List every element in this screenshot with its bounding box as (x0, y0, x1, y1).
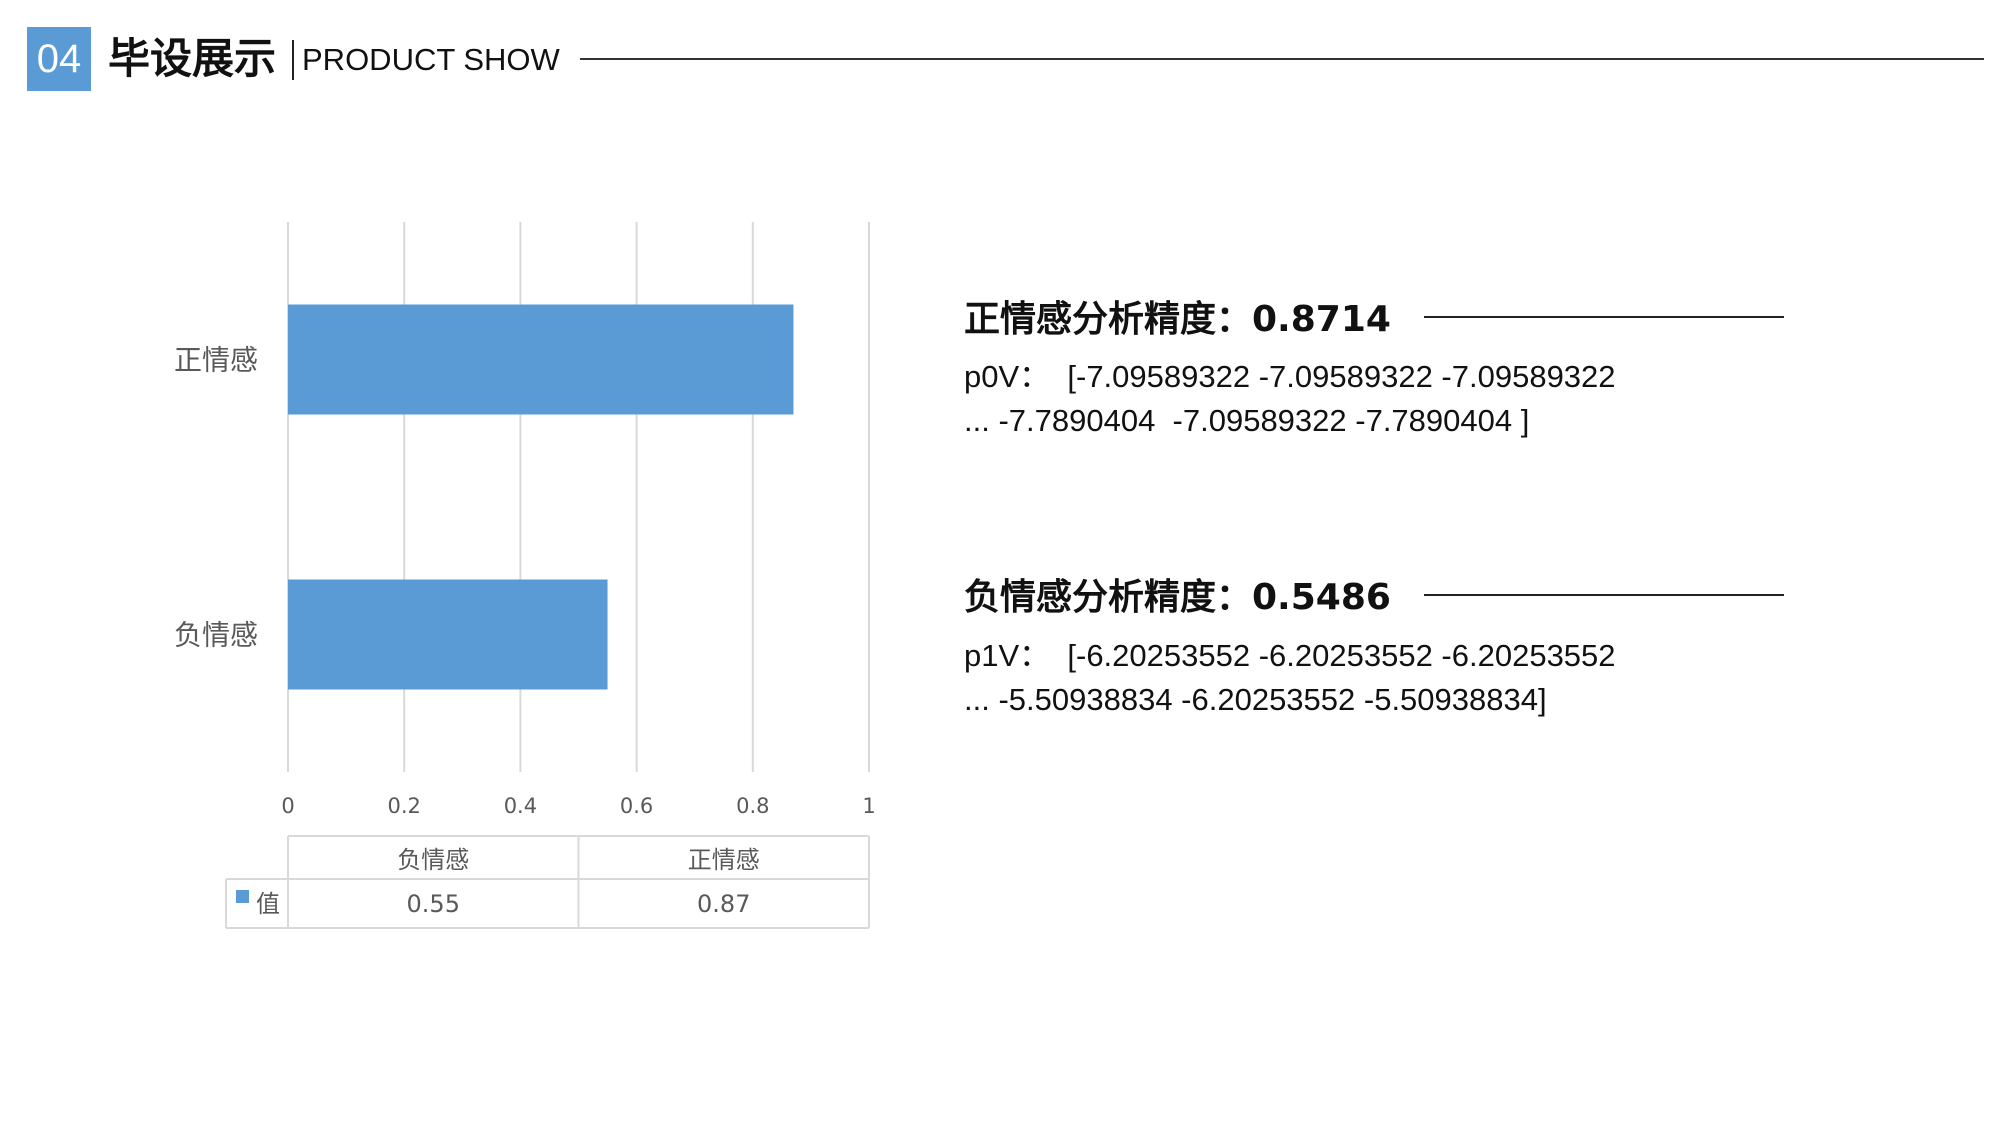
bar (288, 579, 608, 690)
x-tick-label: 0 (281, 794, 294, 818)
chart-bars (288, 304, 794, 690)
bar-chart: 正情感负情感 0 0.2 0.4 0.6 0.8 1 负情感 正情感值 0.55 0.87 (174, 222, 876, 929)
x-tick-label: 0.6 (620, 794, 653, 818)
table-column-header: 正情感 (688, 846, 760, 874)
positive-vector: p0V： [-7.09589322 -7.09589322 -7.0958932… (964, 355, 1616, 443)
negative-vector: p1V： [-6.20253552 -6.20253552 -6.2025355… (964, 634, 1616, 722)
chart-tick-labels: 0 0.2 0.4 0.6 0.8 1 (281, 794, 875, 818)
table-column-header: 负情感 (397, 846, 469, 874)
category-label: 正情感 (174, 344, 258, 377)
positive-result-block: 正情感分析精度：0.8714 (964, 296, 1391, 344)
legend-swatch (236, 890, 249, 903)
negative-accuracy-heading: 负情感分析精度：0.5486 (964, 577, 1391, 618)
chart-data-table: 负情感 正情感值 0.55 0.87 (225, 835, 870, 929)
chart-category-labels: 正情感负情感 (174, 344, 258, 652)
x-tick-label: 1 (862, 794, 875, 818)
positive-vector-line-2: ... -7.7890404 -7.09589322 -7.7890404 ] (964, 403, 1530, 438)
positive-accuracy-heading: 正情感分析精度：0.8714 (964, 299, 1391, 340)
table-cell: 0.55 (407, 890, 460, 918)
negative-heading-rule (1424, 594, 1784, 596)
x-tick-label: 0.2 (387, 794, 420, 818)
category-label: 负情感 (174, 619, 258, 652)
x-tick-label: 0.4 (504, 794, 537, 818)
negative-result-block: 负情感分析精度：0.5486 (964, 574, 1391, 622)
negative-vector-line-2: ... -5.50938834 -6.20253552 -5.50938834] (964, 682, 1547, 717)
negative-vector-line-1: p1V： [-6.20253552 -6.20253552 -6.2025355… (964, 638, 1616, 673)
positive-heading-rule (1424, 316, 1784, 318)
x-tick-label: 0.8 (736, 794, 769, 818)
positive-vector-line-1: p0V： [-7.09589322 -7.09589322 -7.0958932… (964, 359, 1616, 394)
bar (288, 304, 794, 415)
table-cell: 0.87 (697, 890, 750, 918)
table-row-label: 值 (256, 890, 280, 918)
